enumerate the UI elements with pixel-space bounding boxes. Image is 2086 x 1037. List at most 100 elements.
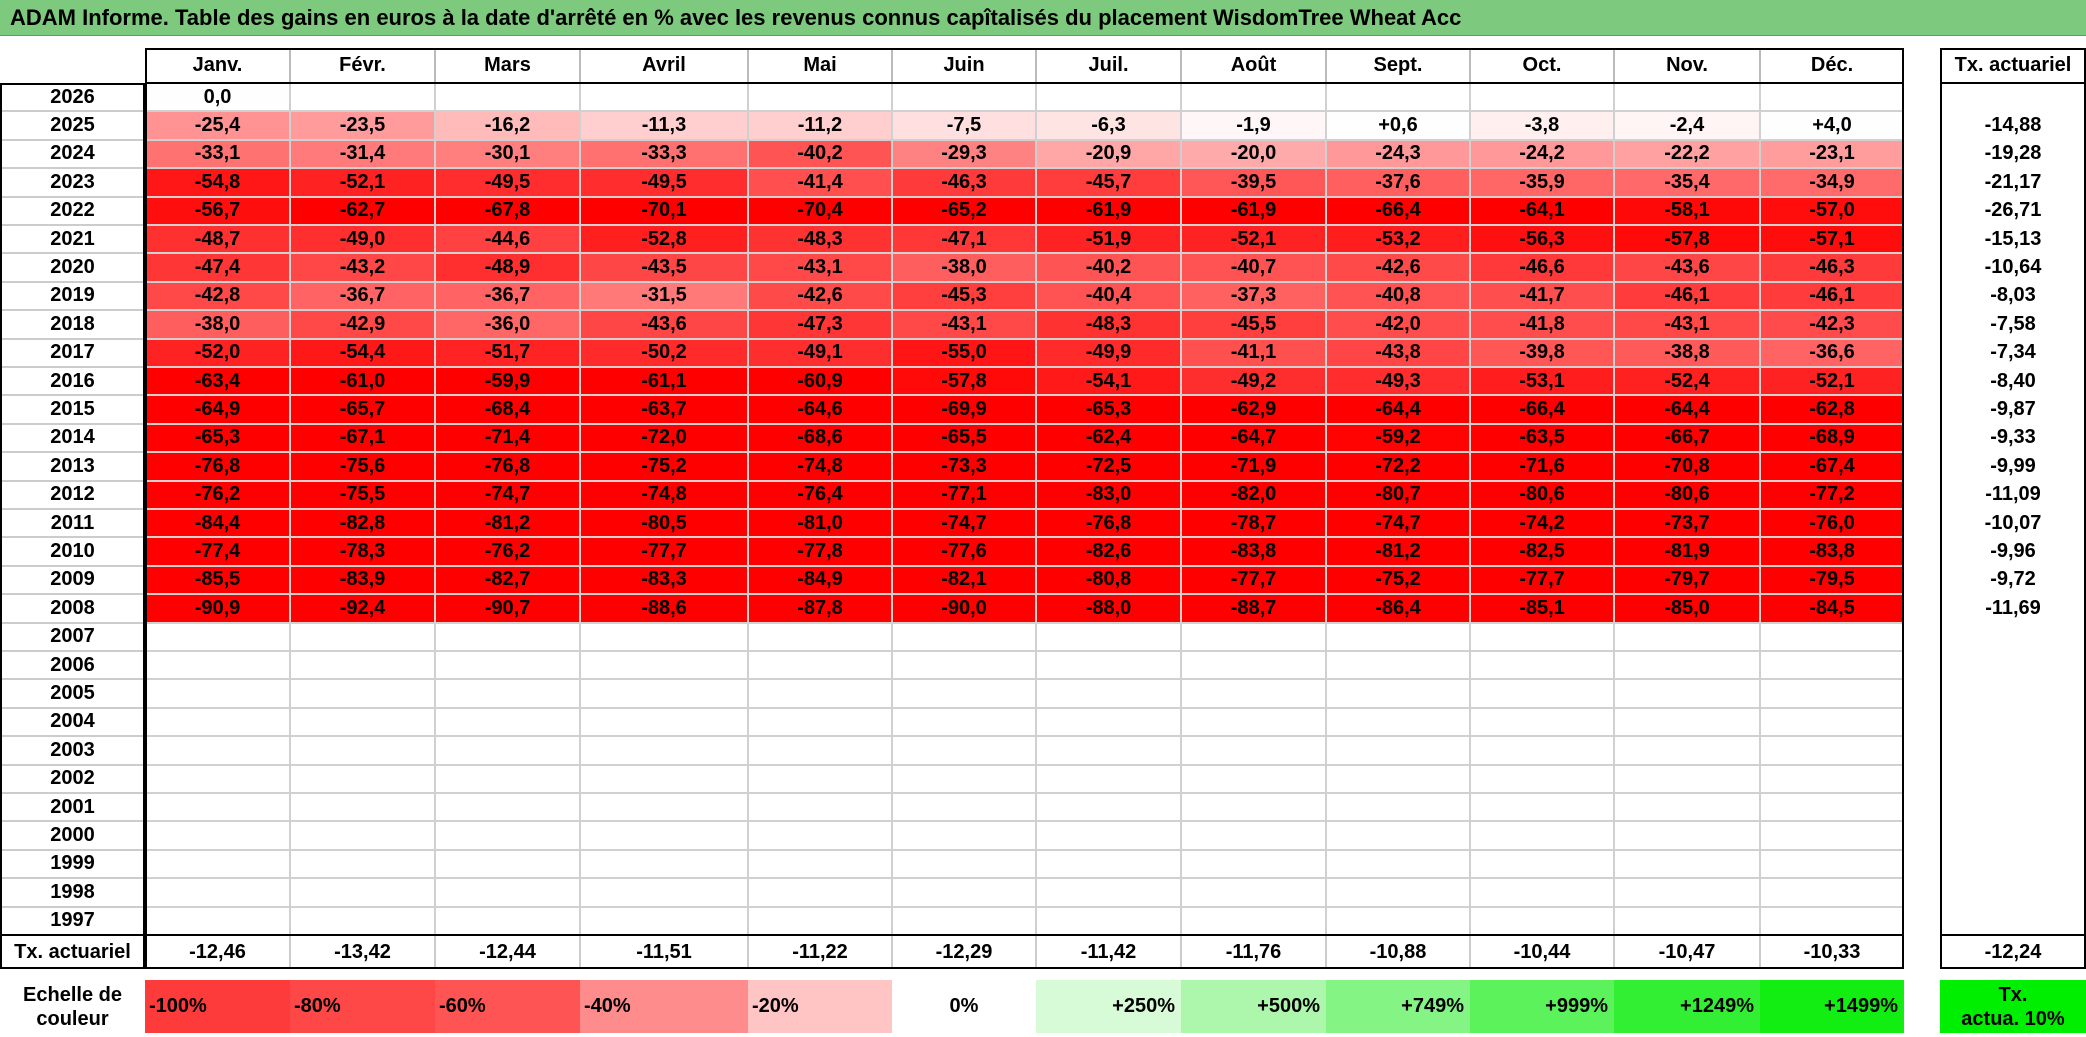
heatmap-cell-2010-8: -83,8 xyxy=(1181,537,1326,566)
heatmap-cell-2007-10 xyxy=(1470,622,1614,651)
heatmap-cell-2017-11: -38,8 xyxy=(1614,338,1760,367)
heatmap-cell-2002-6 xyxy=(892,764,1036,793)
heatmap-cell-2018-3: -36,0 xyxy=(435,310,580,339)
heatmap-cell-2000-2 xyxy=(290,821,435,850)
heatmap-cell-2017-7: -49,9 xyxy=(1036,338,1181,367)
heatmap-cell-2003-11 xyxy=(1614,736,1760,765)
heatmap-cell-1997-6 xyxy=(892,906,1036,935)
heatmap-cell-2014-8: -64,7 xyxy=(1181,423,1326,453)
heatmap-cell-1998-10 xyxy=(1470,878,1614,907)
annual-rate-2019: -8,03 xyxy=(1990,284,2036,307)
heatmap-cell-2016-11: -52,4 xyxy=(1614,367,1760,396)
heatmap-cell-2026-6 xyxy=(892,83,1036,112)
heatmap-cell-2014-6: -65,5 xyxy=(892,423,1036,453)
heatmap-cell-2024-12: -23,1 xyxy=(1760,139,1904,169)
annual-rate-2025: -14,88 xyxy=(1984,114,2042,137)
heatmap-cell-2010-6: -77,6 xyxy=(892,537,1036,566)
heatmap-cell-2023-8: -39,5 xyxy=(1181,168,1326,197)
heatmap-cell-2013-4: -75,2 xyxy=(580,452,748,481)
color-scale-label: Echelle de couleur xyxy=(0,980,145,1033)
heatmap-cell-2003-5 xyxy=(748,736,892,765)
year-label-2012: 2012 xyxy=(0,480,145,509)
heatmap-cell-2025-8: -1,9 xyxy=(1181,111,1326,140)
heatmap-cell-2019-4: -31,5 xyxy=(580,281,748,311)
heatmap-cell-2023-12: -34,9 xyxy=(1760,168,1904,197)
heatmap-cell-2015-6: -69,9 xyxy=(892,395,1036,424)
heatmap-cell-2021-10: -56,3 xyxy=(1470,225,1614,254)
heatmap-cell-2008-11: -85,0 xyxy=(1614,594,1760,623)
heatmap-cell-2003-4 xyxy=(580,736,748,765)
heatmap-cell-2006-11 xyxy=(1614,651,1760,680)
annual-rate-2009: -9,72 xyxy=(1990,568,2036,591)
month-header-2: Févr. xyxy=(290,48,435,83)
heatmap-cell-2015-7: -65,3 xyxy=(1036,395,1181,424)
heatmap-cell-2020-4: -43,5 xyxy=(580,253,748,282)
year-label-2013: 2013 xyxy=(0,452,145,481)
month-header-3: Mars xyxy=(435,48,580,83)
heatmap-cell-2012-1: -76,2 xyxy=(145,480,290,509)
heatmap-cell-2024-10: -24,2 xyxy=(1470,139,1614,169)
heatmap-cell-2017-3: -51,7 xyxy=(435,338,580,367)
annual-rate-1999 xyxy=(1940,850,2086,878)
heatmap-cell-2023-2: -52,1 xyxy=(290,168,435,197)
heatmap-cell-2001-12 xyxy=(1760,793,1904,822)
heatmap-cell-2008-4: -88,6 xyxy=(580,594,748,623)
heatmap-cell-2013-6: -73,3 xyxy=(892,452,1036,481)
heatmap-cell-2025-1: -25,4 xyxy=(145,111,290,140)
heatmap-cell-2010-10: -82,5 xyxy=(1470,537,1614,566)
annual-rate-2016: -8,40 xyxy=(1990,369,2036,392)
color-scale-swatch-12: +1499% xyxy=(1760,980,1904,1033)
heatmap-cell-2013-7: -72,5 xyxy=(1036,452,1181,481)
heatmap-cell-2000-4 xyxy=(580,821,748,850)
heatmap-cell-2023-1: -54,8 xyxy=(145,168,290,197)
heatmap-cell-2005-7 xyxy=(1036,679,1181,708)
heatmap-cell-1999-5 xyxy=(748,849,892,879)
heatmap-cell-2019-1: -42,8 xyxy=(145,281,290,311)
heatmap-cell-2019-3: -36,7 xyxy=(435,281,580,311)
heatmap-cell-2016-3: -59,9 xyxy=(435,367,580,396)
heatmap-cell-2020-10: -46,6 xyxy=(1470,253,1614,282)
heatmap-cell-2011-6: -74,7 xyxy=(892,509,1036,538)
footer-rate-2: -13,42 xyxy=(290,935,435,969)
heatmap-cell-2008-12: -84,5 xyxy=(1760,594,1904,623)
year-label-2003: 2003 xyxy=(0,736,145,765)
heatmap-cell-2001-10 xyxy=(1470,793,1614,822)
color-scale-swatch-2: -80% xyxy=(290,980,435,1033)
annual-rate-2017: -7,34 xyxy=(1990,341,2036,364)
year-label-2024: 2024 xyxy=(0,139,145,169)
year-label-2010: 2010 xyxy=(0,537,145,566)
heatmap-cell-2025-9: +0,6 xyxy=(1326,111,1470,140)
heatmap-cell-2020-8: -40,7 xyxy=(1181,253,1326,282)
month-header-1: Janv. xyxy=(145,48,290,83)
heatmap-cell-2017-9: -43,8 xyxy=(1326,338,1470,367)
heatmap-cell-2006-10 xyxy=(1470,651,1614,680)
heatmap-cell-2000-3 xyxy=(435,821,580,850)
annual-rate-2008: -11,69 xyxy=(1985,596,2041,619)
annual-rate-1998 xyxy=(1940,878,2086,906)
year-label-2009: 2009 xyxy=(0,565,145,595)
heatmap-cell-2006-2 xyxy=(290,651,435,680)
year-label-2000: 2000 xyxy=(0,821,145,850)
heatmap-cell-1997-5 xyxy=(748,906,892,935)
heatmap-cell-2004-3 xyxy=(435,707,580,737)
footer-rate-9: -10,88 xyxy=(1326,935,1470,969)
heatmap-cell-2026-1: 0,0 xyxy=(145,83,290,112)
heatmap-cell-1998-6 xyxy=(892,878,1036,907)
heatmap-cell-2018-9: -42,0 xyxy=(1326,310,1470,339)
heatmap-cell-2014-4: -72,0 xyxy=(580,423,748,453)
heatmap-cell-2013-5: -74,8 xyxy=(748,452,892,481)
heatmap-cell-2018-6: -43,1 xyxy=(892,310,1036,339)
heatmap-cell-2025-5: -11,2 xyxy=(748,111,892,140)
footer-rate-1: -12,46 xyxy=(145,935,290,969)
heatmap-cell-1999-6 xyxy=(892,849,1036,879)
heatmap-cell-2008-6: -90,0 xyxy=(892,594,1036,623)
heatmap-cell-2007-4 xyxy=(580,622,748,651)
color-scale-swatch-7: +250% xyxy=(1036,980,1181,1033)
heatmap-cell-2008-8: -88,7 xyxy=(1181,594,1326,623)
color-scale-annual-line2: actua. 10% xyxy=(1961,1007,2065,1030)
heatmap-cell-2003-12 xyxy=(1760,736,1904,765)
year-label-2007: 2007 xyxy=(0,622,145,651)
heatmap-cell-2005-8 xyxy=(1181,679,1326,708)
year-label-2011: 2011 xyxy=(0,509,145,538)
heatmap-cell-2011-11: -73,7 xyxy=(1614,509,1760,538)
